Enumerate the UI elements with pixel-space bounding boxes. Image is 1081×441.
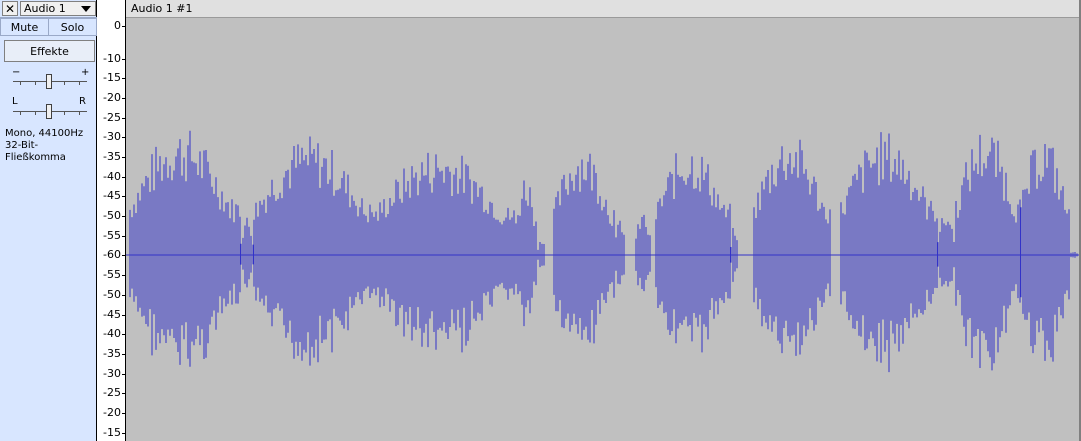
solo-button[interactable]: Solo — [48, 18, 97, 36]
sample-rate-text: Mono, 44100Hz — [5, 128, 84, 139]
ruler-tick-label: -15 — [103, 426, 121, 439]
ruler-tick-mark — [122, 255, 125, 256]
ruler-tick-label: -25 — [103, 386, 121, 399]
ruler-tick-mark — [122, 157, 125, 158]
sample-format-text: 32-Bit-Fließkomma — [5, 140, 66, 163]
ruler-tick-mark — [122, 98, 125, 99]
close-track-button[interactable]: ✕ — [2, 1, 18, 16]
ruler-tick-mark — [122, 354, 125, 355]
ruler-tick-label: -20 — [103, 91, 121, 104]
ruler-tick-label: -60 — [103, 248, 121, 261]
gain-minus-label: − — [12, 67, 21, 78]
ruler-tick-label: -30 — [103, 130, 121, 143]
mute-button[interactable]: Mute — [0, 18, 49, 36]
ruler-tick-label: -50 — [103, 288, 121, 301]
close-icon: ✕ — [4, 2, 16, 16]
ruler-tick-mark — [122, 334, 125, 335]
track-title-row: ✕ Audio 1 — [0, 0, 97, 18]
ruler-tick-label: -55 — [103, 268, 121, 281]
ruler-tick-mark — [122, 177, 125, 178]
ruler-tick-label: -10 — [103, 52, 121, 65]
effects-button[interactable]: Effekte — [4, 40, 95, 62]
track-control-panel: ✕ Audio 1 Mute Solo Effekte − + L R Mono… — [0, 0, 97, 441]
pan-slider-thumb[interactable] — [46, 104, 52, 119]
ruler-tick-mark — [122, 275, 125, 276]
ruler-tick-mark — [122, 236, 125, 237]
clip-name-label: Audio 1 #1 — [131, 2, 193, 15]
ruler-tick-label: -50 — [103, 209, 121, 222]
ruler-tick-label: -45 — [103, 308, 121, 321]
ruler-tick-label: -40 — [103, 170, 121, 183]
ruler-tick-mark — [122, 137, 125, 138]
ruler-tick-mark — [122, 393, 125, 394]
ruler-tick-mark — [122, 118, 125, 119]
ruler-tick-label: -40 — [103, 327, 121, 340]
ruler-tick-mark — [122, 26, 125, 27]
ruler-tick-mark — [122, 433, 125, 434]
vertical-db-ruler[interactable]: 0 -10 -15 -20 -25 -30 -35 -40 -45 -50 -55 -60 -55 -50… — [97, 0, 126, 441]
ruler-tick-label: -55 — [103, 229, 121, 242]
waveform-display — [126, 130, 1081, 373]
ruler-tick-label: -20 — [103, 406, 121, 419]
waveform-area[interactable] — [126, 18, 1081, 441]
track-name-menu-button[interactable]: Audio 1 — [20, 1, 96, 16]
ruler-tick-label: -30 — [103, 367, 121, 380]
gain-slider-thumb[interactable] — [46, 74, 52, 89]
ruler-tick-mark — [122, 78, 125, 79]
ruler-tick-label: 0 — [114, 19, 121, 32]
ruler-tick-label: -25 — [103, 111, 121, 124]
ruler-tick-label: -35 — [103, 150, 121, 163]
track-name-label: Audio 1 — [24, 2, 66, 15]
clip-header[interactable]: Audio 1 #1 — [126, 0, 1081, 18]
pan-left-label: L — [12, 96, 18, 107]
ruler-tick-label: -45 — [103, 189, 121, 202]
ruler-tick-mark — [122, 413, 125, 414]
ruler-tick-mark — [122, 196, 125, 197]
ruler-tick-label: -15 — [103, 71, 121, 84]
ruler-tick-mark — [122, 59, 125, 60]
pan-right-label: R — [79, 96, 86, 107]
ruler-tick-mark — [122, 374, 125, 375]
ruler-tick-mark — [122, 295, 125, 296]
waveform-peaks — [129, 130, 1078, 373]
ruler-tick-mark — [122, 315, 125, 316]
triangle-down-icon — [81, 6, 91, 12]
ruler-tick-label: -35 — [103, 347, 121, 360]
track-format-info: Mono, 44100Hz 32-Bit-Fließkomma — [5, 128, 96, 164]
ruler-tick-mark — [122, 216, 125, 217]
gain-plus-label: + — [81, 67, 90, 78]
